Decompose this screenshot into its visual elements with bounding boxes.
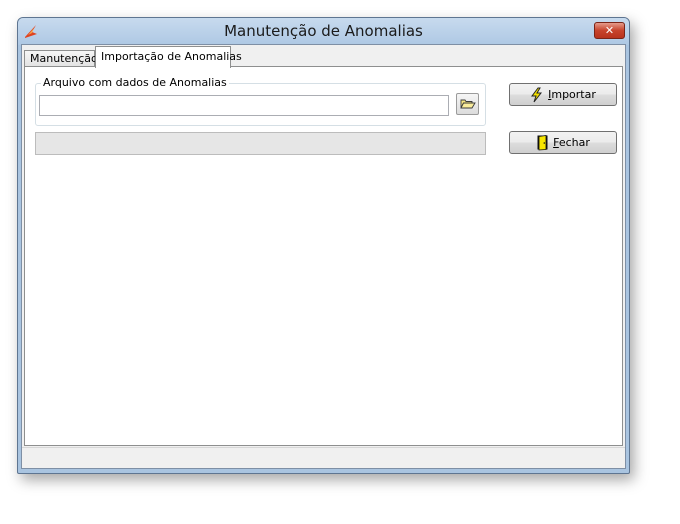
window-close-button[interactable]: ✕	[594, 22, 625, 39]
lightning-icon	[531, 87, 543, 102]
file-path-input[interactable]	[39, 95, 449, 116]
import-button[interactable]: Importar	[509, 83, 617, 106]
exit-door-icon	[537, 135, 548, 151]
tab-manutencao[interactable]: Manutenção	[24, 50, 98, 67]
status-bar	[22, 447, 625, 468]
file-group-label: Arquivo com dados de Anomalias	[41, 76, 229, 90]
browse-file-button[interactable]	[456, 93, 479, 115]
close-button-label: Fechar	[553, 136, 590, 149]
title-bar[interactable]: Manutenção de Anomalias ✕	[18, 18, 629, 45]
folder-open-icon	[460, 99, 476, 109]
app-window: Manutenção de Anomalias ✕ Manutenção Imp…	[17, 17, 630, 474]
import-button-label: Importar	[548, 88, 596, 101]
tab-panel-importacao: Arquivo com dados de Anomalias Importar	[24, 66, 623, 446]
close-button[interactable]: Fechar	[509, 131, 617, 154]
tab-importacao-de-anomalias[interactable]: Importação de Anomalias	[95, 46, 242, 68]
window-client-area: Manutenção Importação de Anomalias Arqui…	[21, 44, 626, 469]
import-progress-bar	[35, 132, 486, 155]
file-groupbox: Arquivo com dados de Anomalias	[35, 76, 486, 126]
window-title: Manutenção de Anomalias	[224, 22, 423, 40]
